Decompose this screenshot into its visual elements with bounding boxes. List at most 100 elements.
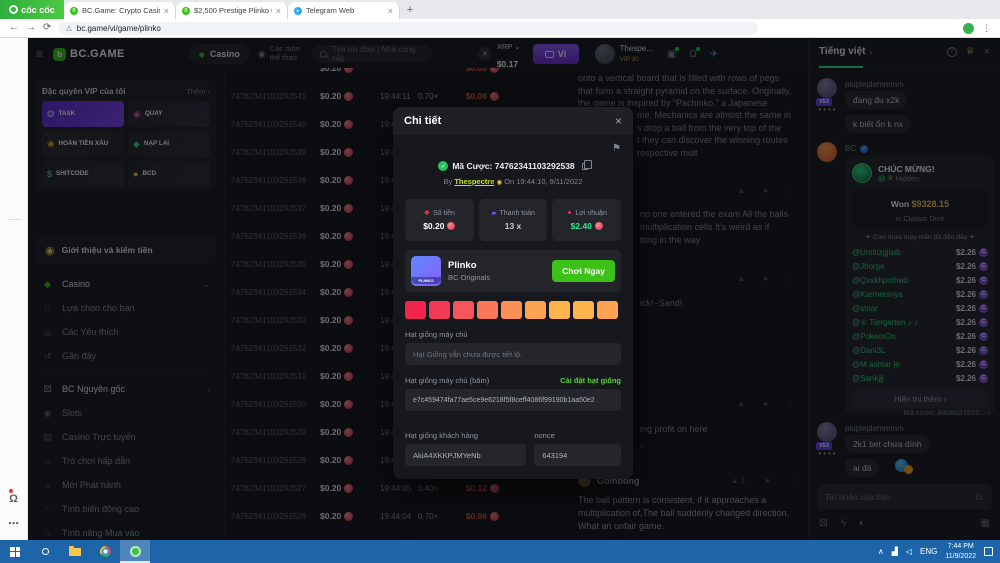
share-icon[interactable]: ⚑ xyxy=(612,143,621,154)
stat-icon: ✦ xyxy=(567,209,573,217)
tab-close-icon[interactable]: × xyxy=(276,6,281,16)
bcgame-site: ≡ b BC.GAME ◆ Casino ◉ Các môn thể thao … xyxy=(28,38,1000,540)
stat-value: 13 x xyxy=(505,221,522,231)
notifications-bell-icon[interactable]: Ω xyxy=(8,486,19,511)
gear-icon[interactable] xyxy=(0,42,27,67)
facebook-icon[interactable] xyxy=(0,272,27,297)
bet-id-row: ✓ Mã Cược: 74762341103292538 xyxy=(405,161,621,171)
multiplier-chip xyxy=(405,301,426,319)
taskbar-search-icon[interactable] xyxy=(30,540,60,563)
bet-timestamp: On 19:44:10, 9/11/2022 xyxy=(502,177,582,186)
volume-icon[interactable]: ◁ xyxy=(906,547,912,556)
stat-amount: ❖ Số tiền $0.20 xyxy=(405,199,474,241)
server-seed-hash-value[interactable]: e7c459474fa77ae5ce9e6218f5f8ceff4086f991… xyxy=(405,389,621,411)
verified-shield-icon: ✓ xyxy=(438,161,448,171)
coin-icon xyxy=(595,222,603,230)
bettor-username[interactable]: Thespectre xyxy=(454,177,494,186)
tab-close-icon[interactable]: × xyxy=(388,6,393,16)
url-text: bc.game/vi/game/plinko xyxy=(77,24,161,33)
tab-plinko-challenge[interactable]: B $2,500 Prestige Plinko Chall... × xyxy=(176,2,288,19)
server-seed-value[interactable]: Hạt Giống vẫn chưa được tiết lộ. xyxy=(405,343,621,365)
tab-favicon: ▸ xyxy=(294,7,302,15)
shopee-icon[interactable] xyxy=(0,297,27,322)
brand-label: cốc cốc xyxy=(21,5,55,15)
browser-side-strip: Ω ⋯ xyxy=(0,38,28,540)
stat-value: $0.20 xyxy=(423,221,444,231)
add-shortcut-icon[interactable] xyxy=(0,222,27,247)
multiplier-chip xyxy=(597,301,618,319)
more-icon[interactable]: ⋯ xyxy=(8,511,19,536)
coccoc-taskbar-icon[interactable] xyxy=(120,540,150,563)
bet-details-modal: Chi tiết × ⚑ ✓ Mã Cược: 7476234110329253… xyxy=(393,107,633,479)
bet-author-row: By Thespectre ◉ On 19:44:10, 9/11/2022 xyxy=(405,177,621,186)
tab-telegram[interactable]: ▸ Telegram Web × xyxy=(288,2,400,19)
messenger-icon[interactable] xyxy=(0,142,27,167)
action-center-icon[interactable] xyxy=(984,547,993,556)
chrome-icon[interactable] xyxy=(90,540,120,563)
multiplier-chip xyxy=(525,301,546,319)
client-seed-value[interactable]: AkiA4XKKPJMYeNb xyxy=(405,444,526,466)
history-icon[interactable] xyxy=(0,67,27,92)
youtube-icon[interactable] xyxy=(0,247,27,272)
network-icon[interactable]: ▟ xyxy=(892,547,898,556)
game-provider: BC Originals xyxy=(448,273,490,282)
browser-tab-bar: cốc cốc B BC.Game: Crypto Casino Ga... ×… xyxy=(0,0,1000,19)
hjv-icon[interactable] xyxy=(0,372,27,397)
language-indicator[interactable]: ENG xyxy=(920,547,937,556)
coccoc-brand: cốc cốc xyxy=(0,0,64,19)
server-seed-hash-label: Hạt giống máy chủ (băm) xyxy=(405,376,489,385)
start-button[interactable] xyxy=(0,540,30,563)
modal-title: Chi tiết xyxy=(404,115,615,127)
badminton-icon[interactable] xyxy=(0,347,27,372)
reload-icon[interactable]: ⟳ xyxy=(43,23,51,33)
browser-address-bar: ← → ⟳ △ bc.game/vi/game/plinko ⋮ xyxy=(0,19,1000,38)
back-icon[interactable]: ← xyxy=(9,23,19,33)
multiplier-chip xyxy=(549,301,570,319)
url-bar[interactable]: △ bc.game/vi/game/plinko xyxy=(58,22,758,35)
tab-bcgame[interactable]: B BC.Game: Crypto Casino Ga... × xyxy=(64,2,176,19)
stat-icon: ❖ xyxy=(424,209,430,217)
profile-avatar[interactable] xyxy=(963,23,974,34)
game-name: Plinko xyxy=(448,260,490,272)
time-value: 7:44 PM xyxy=(948,543,974,550)
multiplier-chip xyxy=(429,301,450,319)
bet-stats: ❖ Số tiền $0.20 ▰ Thanh toán 13 x ✦ Lợi … xyxy=(405,199,621,241)
stat-payout-mult: ▰ Thanh toán 13 x xyxy=(479,199,548,241)
stat-value: $2.40 xyxy=(571,221,592,231)
tab-favicon: B xyxy=(70,7,78,15)
client-seed-label: Hạt giống khách hàng xyxy=(405,431,478,440)
tab-close-icon[interactable]: × xyxy=(164,6,169,16)
zalo-icon[interactable] xyxy=(0,167,27,192)
plinko-thumbnail: PLINKO xyxy=(411,256,441,286)
address-bar-actions: ⋮ xyxy=(923,23,991,34)
reading-list-icon[interactable] xyxy=(0,92,27,117)
multiplier-strip xyxy=(405,301,621,319)
nonce-value[interactable]: 643194 xyxy=(534,444,621,466)
divider xyxy=(7,219,21,220)
multiplier-chip xyxy=(501,301,522,319)
multiplier-chip xyxy=(573,301,594,319)
play-now-button[interactable]: Chơi Ngay xyxy=(552,260,615,282)
store-icon[interactable] xyxy=(0,322,27,347)
nonce-label: nonce xyxy=(534,431,554,440)
crown-icon[interactable] xyxy=(0,117,27,142)
game-card: PLINKO Plinko BC Originals Chơi Ngay xyxy=(405,250,621,292)
forward-icon[interactable]: → xyxy=(26,23,36,33)
games-icon[interactable] xyxy=(0,192,27,217)
bet-id-value: Mã Cược: 74762341103292538 xyxy=(452,161,574,171)
copy-icon[interactable] xyxy=(582,163,588,170)
site-security-icon[interactable]: △ xyxy=(66,25,71,32)
system-tray: ∧ ▟ ◁ ENG 7:44 PM 11/9/2022 xyxy=(878,542,1000,560)
modal-close-icon[interactable]: × xyxy=(615,114,622,128)
browser-menu-icon[interactable]: ⋮ xyxy=(982,23,991,34)
set-seed-link[interactable]: Cài đặt hạt giống xyxy=(560,376,621,385)
new-tab-button[interactable]: + xyxy=(400,0,420,19)
stat-icon: ▰ xyxy=(491,209,496,217)
clock[interactable]: 7:44 PM 11/9/2022 xyxy=(945,542,976,560)
stat-profit: ✦ Lợi nhuận $2.40 xyxy=(552,199,621,241)
file-explorer-icon[interactable] xyxy=(60,540,90,563)
tab-favicon: B xyxy=(182,7,190,15)
modal-header: Chi tiết × xyxy=(393,107,633,135)
windows-taskbar: ∧ ▟ ◁ ENG 7:44 PM 11/9/2022 xyxy=(0,540,1000,563)
tray-expand-icon[interactable]: ∧ xyxy=(878,547,884,556)
